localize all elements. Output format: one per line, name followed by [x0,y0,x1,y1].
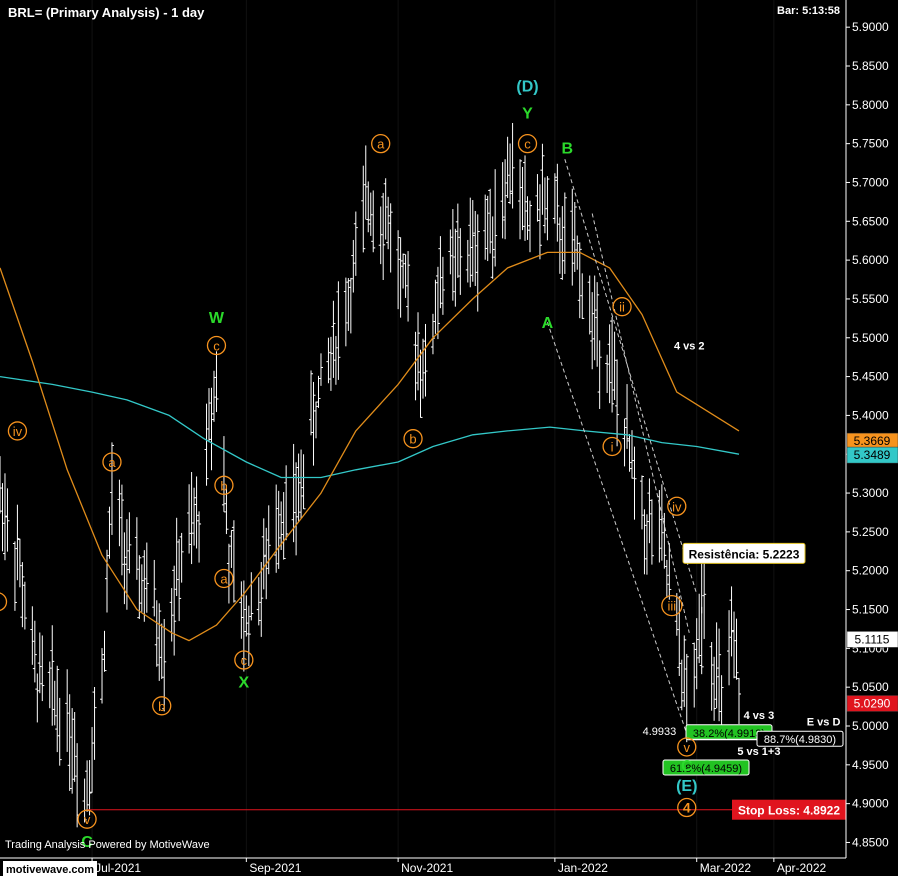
time-tick-label: Sep-2021 [249,861,301,875]
wave-label: (D) [516,78,538,95]
wave-text: X [239,675,250,692]
price-tick-label: 5.4500 [852,370,889,384]
wave-text: c [241,653,248,668]
resistance-label: Resistência: 5.2223 [689,547,800,561]
time-tick-label: Nov-2021 [401,861,453,875]
wave-annotation: 4 vs 2 [674,341,705,353]
wave-text: b [158,699,165,714]
price-tick-label: 5.9000 [852,20,889,34]
price-tick-label: 5.6500 [852,214,889,228]
wave-label: B [562,141,574,158]
wave-annotation: 5 vs 1+3 [737,746,780,758]
wave-text: C [681,758,693,775]
wave-label: C [681,758,693,775]
wave-text: a [108,455,116,470]
time-tick-label: Apr-2022 [777,861,827,875]
price-tick-label: 5.0500 [852,680,889,694]
wave-label: W [209,310,225,327]
wave-text: b [409,432,416,447]
wave-annotation: E vs D [807,716,841,728]
price-tick-label: 5.3000 [852,486,889,500]
wave-text: b [220,478,227,493]
price-tick-label: 5.2500 [852,525,889,539]
price-tick-label: 5.0000 [852,719,889,733]
price-axis-label: 5.0290 [854,696,891,710]
wave-text: a [220,571,228,586]
wave-text: c [213,339,220,354]
wave-text: c [524,137,531,152]
price-tick-label: 5.5500 [852,292,889,306]
wave-label: A [542,315,554,332]
wave-text: iii [667,599,676,614]
price-tick-label: 4.8500 [852,835,889,849]
wave-text: 4 [683,800,691,816]
wave-text: ii [619,300,625,315]
wave-text: B [562,141,574,158]
wave-label: X [239,675,250,692]
fib-box-label: 38.2%(4.9913) [693,728,765,740]
price-tick-label: 5.8000 [852,98,889,112]
wave-text: v [684,740,691,755]
time-tick-label: Mar-2022 [700,861,752,875]
wave-text: W [209,310,225,327]
wave-label: Y [522,106,533,123]
price-chart[interactable]: Stop Loss: 4.8922 Resistência: 5.2223 4.99… [0,0,898,876]
price-tick-label: 5.6000 [852,253,889,267]
price-tick-label: 4.9000 [852,797,889,811]
price-tick-label: 5.8500 [852,59,889,73]
price-axis-label: 5.3669 [854,434,891,448]
fib-box-label: 88.7%(4.9830) [764,734,836,746]
watermark-logo: motivewave.com [6,864,94,876]
wave-text: a [377,137,385,152]
wave-text: (D) [516,78,538,95]
wave-text: iv [13,424,23,439]
price-tick-label: 5.4000 [852,408,889,422]
price-tick-label: 5.1500 [852,603,889,617]
powered-by-label: Trading Analysis Powered by MotiveWave [5,839,210,851]
time-tick-label: Jul-2021 [95,861,141,875]
wave-text: Y [522,106,533,123]
wave-label: (E) [676,778,697,795]
price-tick-label: 5.5000 [852,331,889,345]
price-tick-label: 4.9500 [852,758,889,772]
time-axis[interactable]: Jul-2021 Sep-2021 Nov-2021 Jan-2022 Mar-2022… [0,857,846,875]
time-tick-label: Jan-2022 [558,861,608,875]
wave-text: iv [672,499,682,514]
chart-title: BRL= (Primary Analysis) - 1 day [8,5,205,20]
bar-timer: Bar: 5:13:58 [777,5,840,17]
wave-text: (E) [676,778,697,795]
price-tick-label: 5.2000 [852,564,889,578]
price-axis-label: 5.1115 [855,632,890,646]
price-tick-label: 5.7500 [852,137,889,151]
wave-text: v [84,812,91,827]
wave-text: A [542,315,554,332]
chart-window: Stop Loss: 4.8922 Resistência: 5.2223 4.99… [0,0,898,876]
price-tick-label: 5.7000 [852,175,889,189]
price-axis-label: 5.3489 [854,448,891,462]
stop-loss-label: Stop Loss: 4.8922 [738,804,840,818]
wave-annotation: 4 vs 3 [744,710,775,722]
wave-text: i [611,439,614,454]
low-price-marker: 4.9933 [643,726,677,738]
